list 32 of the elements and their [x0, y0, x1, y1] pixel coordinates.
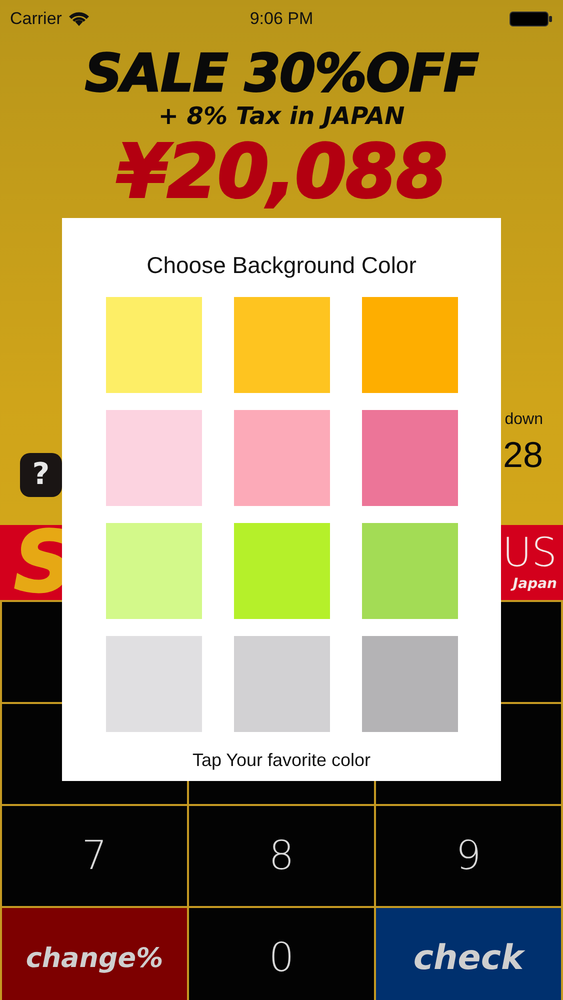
color-swatch[interactable]	[234, 410, 330, 506]
battery-icon	[509, 10, 553, 28]
color-swatch[interactable]	[362, 410, 458, 506]
color-swatch[interactable]	[362, 297, 458, 393]
countdown-label: down	[504, 410, 543, 429]
color-swatch[interactable]	[362, 636, 458, 732]
digit-key[interactable]: 8	[189, 806, 374, 906]
color-swatch[interactable]	[106, 636, 202, 732]
color-swatch[interactable]	[106, 523, 202, 619]
color-swatch[interactable]	[234, 636, 330, 732]
dialog-hint: Tap Your favorite color	[192, 749, 371, 772]
digit-key[interactable]: 0	[189, 908, 374, 1000]
banner-text: US	[502, 531, 557, 576]
color-swatch[interactable]	[106, 297, 202, 393]
price-total: ¥20,088	[116, 130, 447, 214]
color-swatch[interactable]	[234, 523, 330, 619]
tax-subtitle: + 8% Tax in JAPAN	[158, 102, 405, 130]
check-button[interactable]: check	[376, 908, 561, 1000]
color-swatch[interactable]	[234, 297, 330, 393]
sale-headline: SALE 30%OFF	[84, 46, 478, 102]
color-swatch[interactable]	[362, 523, 458, 619]
digit-key[interactable]: 9	[376, 806, 561, 906]
wifi-icon	[68, 11, 90, 27]
help-button[interactable]: ?	[20, 452, 62, 497]
dialog-title: Choose Background Color	[146, 251, 416, 280]
digit-key[interactable]: 7	[2, 806, 187, 906]
clock-time: 9:06 PM	[250, 9, 314, 29]
carrier-name: Carrier	[10, 9, 62, 29]
color-swatch[interactable]	[106, 410, 202, 506]
countdown-value: 28	[502, 432, 543, 477]
change-percent-button[interactable]: change%	[2, 908, 187, 1000]
banner-caption: Japan	[512, 575, 557, 594]
